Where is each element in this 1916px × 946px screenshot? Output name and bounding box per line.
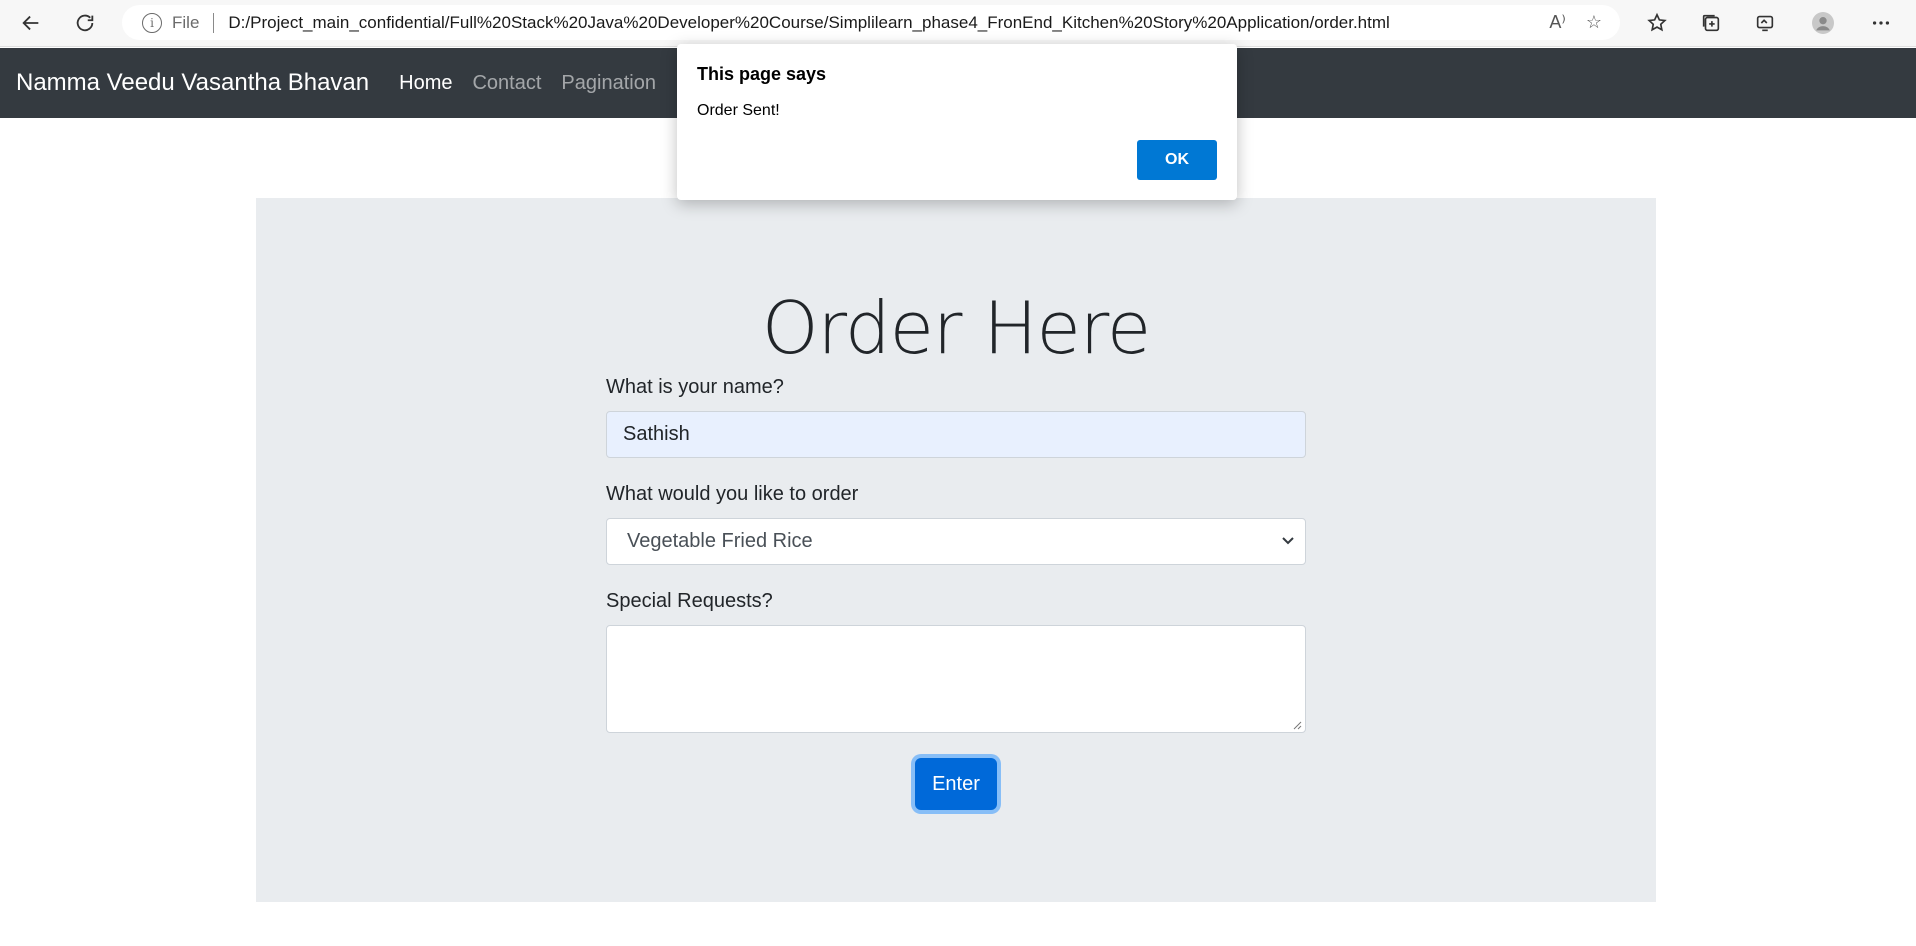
order-jumbotron: Order Here What is your name? Sathish Wh… (256, 198, 1656, 902)
navbar-brand[interactable]: Namma Veedu Vasantha Bhavan (16, 69, 369, 97)
file-scheme-label: File (172, 12, 200, 32)
order-select[interactable]: Vegetable Fried Rice (606, 518, 1306, 565)
chevron-down-icon (1281, 530, 1295, 553)
address-bar[interactable]: i File D:/Project_main_confidential/Full… (122, 5, 1620, 40)
performance-icon[interactable] (1748, 6, 1782, 40)
url-text[interactable]: D:/Project_main_confidential/Full%20Stac… (228, 13, 1549, 33)
add-favorite-icon[interactable]: ☆ (1586, 12, 1602, 33)
read-aloud-icon[interactable]: A⁾ (1549, 12, 1565, 33)
profile-avatar-icon[interactable] (1806, 6, 1840, 40)
special-requests-textarea[interactable] (606, 625, 1306, 733)
name-input[interactable]: Sathish (606, 411, 1306, 458)
enter-button[interactable]: Enter (915, 758, 997, 810)
dialog-message: Order Sent! (697, 102, 780, 119)
page-title: Order Here (761, 286, 1151, 370)
address-separator (213, 12, 215, 33)
nav-link-home[interactable]: Home (399, 72, 452, 95)
favorites-icon[interactable] (1640, 6, 1674, 40)
browser-toolbar: i File D:/Project_main_confidential/Full… (0, 0, 1916, 47)
order-label: What would you like to order (606, 483, 859, 505)
resize-handle-icon[interactable] (1292, 720, 1302, 730)
order-form: What is your name? Sathish What would yo… (606, 376, 1306, 810)
refresh-icon[interactable] (68, 6, 102, 40)
dialog-title: This page says (697, 64, 827, 84)
dialog-ok-button[interactable]: OK (1137, 140, 1217, 180)
nav-link-contact[interactable]: Contact (472, 72, 541, 95)
alert-dialog: This page says Order Sent! OK (677, 44, 1237, 200)
order-selected-value: Vegetable Fried Rice (627, 530, 813, 552)
name-label: What is your name? (606, 376, 784, 398)
nav-link-pagination[interactable]: Pagination (561, 72, 656, 95)
info-icon[interactable]: i (142, 12, 162, 33)
more-options-icon[interactable] (1864, 6, 1898, 40)
back-arrow-icon[interactable] (14, 6, 48, 40)
requests-label: Special Requests? (606, 590, 773, 612)
collections-icon[interactable] (1694, 6, 1728, 40)
